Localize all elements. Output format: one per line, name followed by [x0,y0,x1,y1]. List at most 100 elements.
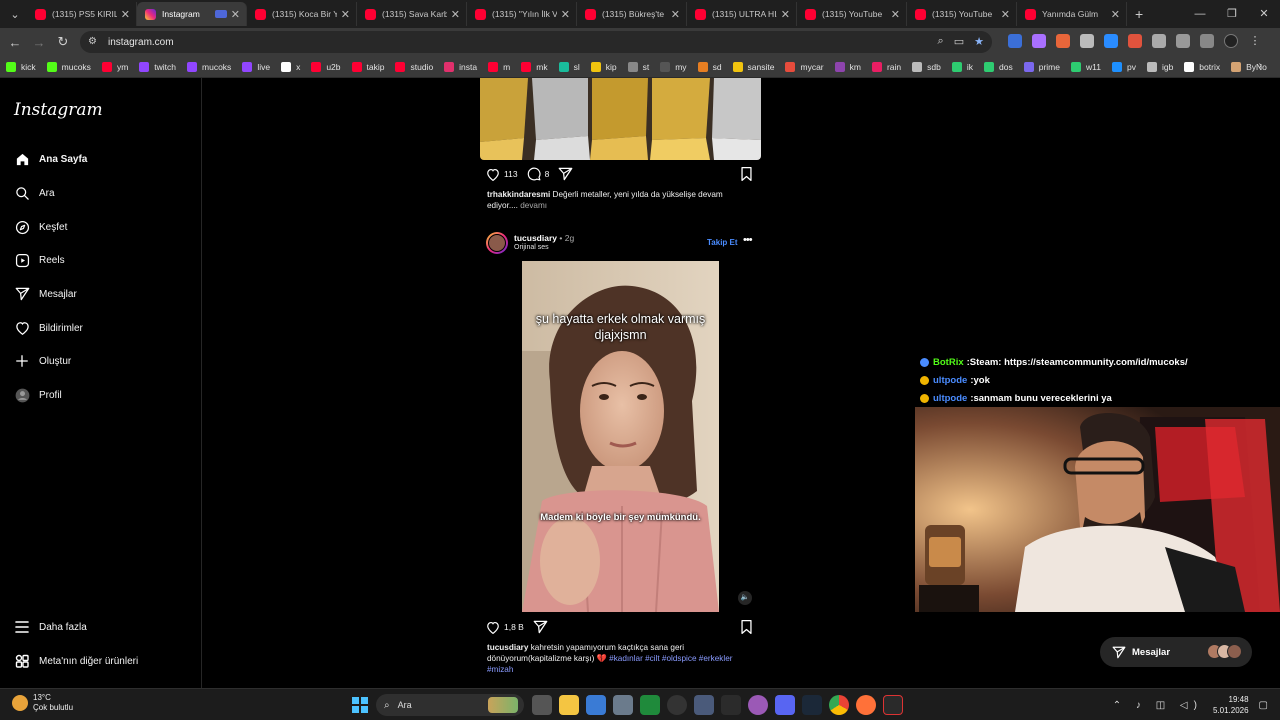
sidebar-item-olu-tur[interactable]: Oluştur [14,352,71,370]
bookmark-item[interactable]: igb [1146,61,1173,72]
store-icon[interactable] [586,695,606,715]
bookmark-item[interactable]: my [660,61,687,72]
extension-icon[interactable] [1080,34,1094,48]
extension-icon[interactable] [1008,34,1022,48]
clock[interactable]: 19:48 5.01.2026 [1213,694,1249,716]
bookmark-item[interactable]: m [488,61,510,72]
like-button[interactable]: 113 [486,168,518,181]
start-button[interactable] [352,697,368,713]
bookmark-item[interactable]: insta [444,61,477,72]
sidebar-item-mesajlar[interactable]: Mesajlar [14,285,77,303]
new-tab-button[interactable]: + [1135,6,1143,22]
bookmark-item[interactable]: botrix [1184,61,1220,72]
instagram-logo[interactable]: Instagram [14,100,103,120]
meta-products-button[interactable]: Meta'nın diğer ürünleri [14,652,138,670]
browser-tab[interactable]: (1315) PS5 KIRILD ✕ [27,2,137,26]
original-audio-link[interactable]: Orijinal ses [514,244,549,251]
close-tab-icon[interactable]: ✕ [561,8,570,21]
close-window-button[interactable]: ✕ [1248,0,1280,28]
sidebar-item-ara[interactable]: Ara [14,184,55,202]
app-icon[interactable] [694,695,714,715]
share-button[interactable] [558,167,577,181]
close-tab-icon[interactable]: ✕ [451,8,460,21]
sidebar-item-ana-sayfa[interactable]: Ana Sayfa [14,150,87,168]
extension-icon[interactable] [1056,34,1070,48]
save-bookmark-icon[interactable] [740,620,753,634]
sidebar-item-reels[interactable]: Reels [14,251,65,269]
extensions-puzzle-icon[interactable] [1176,34,1190,48]
bookmark-item[interactable]: x [281,61,300,72]
bookmark-item[interactable]: ik [951,61,973,72]
minimize-button[interactable]: — [1184,0,1216,28]
share-button[interactable] [533,620,552,634]
caption-more-link[interactable]: devamı [520,201,547,210]
reel-video-player[interactable]: şu hayatta erkek olmak varmış djajxjsmn … [480,261,761,612]
bookmark-item[interactable]: pv [1111,61,1136,72]
browser-tab[interactable]: Yanımda Gülm ✕ [1017,2,1127,26]
extension-icon[interactable] [1032,34,1046,48]
bookmark-item[interactable]: ym [101,61,128,72]
bookmark-item[interactable]: kip [590,61,617,72]
close-tab-icon[interactable]: ✕ [891,8,900,21]
caption-username[interactable]: trhakkindaresmi [487,190,550,199]
bookmark-item[interactable]: sl [558,61,580,72]
bookmark-item[interactable]: rain [871,61,901,72]
browser-tab[interactable]: Instagram ✕ [137,2,247,26]
file-explorer-icon[interactable] [559,695,579,715]
firefox-icon[interactable] [856,695,876,715]
bookmark-item[interactable]: prime [1023,61,1060,72]
more-bookmarks-icon[interactable]: › [1259,60,1262,71]
like-button[interactable]: 1,8 B [486,621,524,634]
follow-button[interactable]: Takip Et [707,238,738,247]
task-view-icon[interactable] [532,695,552,715]
bookmark-item[interactable]: w11 [1071,61,1101,72]
more-menu-button[interactable]: Daha fazla [14,618,87,636]
messages-floating-button[interactable]: Mesajlar [1100,637,1252,667]
address-bar[interactable]: ⚙ instagram.com ⌕ ▭ ★ [80,31,992,53]
back-button[interactable]: ← [3,35,27,50]
close-tab-icon[interactable]: ✕ [1001,8,1010,21]
post-avatar[interactable] [486,232,508,254]
reading-list-icon[interactable] [1200,34,1214,48]
taskbar-search[interactable]: ⌕ Ara [376,694,524,716]
bookmark-star-icon[interactable]: ★ [974,35,984,48]
close-tab-icon[interactable]: ✕ [1111,8,1120,21]
site-info-icon[interactable]: ⚙ [88,36,100,48]
bookmark-item[interactable]: twitch [139,61,176,72]
close-tab-icon[interactable]: ✕ [341,8,350,21]
more-options-icon[interactable]: ••• [743,234,753,246]
close-tab-icon[interactable]: ✕ [231,8,240,21]
bookmark-item[interactable]: sd [697,61,722,72]
bookmark-item[interactable]: kick [6,61,36,72]
close-tab-icon[interactable]: ✕ [781,8,790,21]
close-tab-icon[interactable]: ✕ [121,8,130,21]
browser-tab[interactable]: (1315) Bükreş'te ✕ [577,2,687,26]
sidebar-item-profil[interactable]: Profil [14,386,62,404]
app-icon[interactable] [721,695,741,715]
browser-tab[interactable]: (1315) ULTRA HIZ ✕ [687,2,797,26]
bookmark-item[interactable]: live [242,61,270,72]
bookmark-item[interactable]: mucoks [46,61,91,72]
close-tab-icon[interactable]: ✕ [671,8,680,21]
reload-button[interactable]: ↻ [51,34,75,50]
bookmark-item[interactable]: mucoks [187,61,231,72]
browser-tab[interactable]: (1315) YouTube ✕ [797,2,907,26]
comment-button[interactable]: 8 [527,167,549,181]
bookmark-item[interactable]: st [627,61,649,72]
post-image-gold-bars[interactable] [480,78,761,160]
forward-button[interactable]: → [27,35,51,50]
tab-search-button[interactable]: ⌄ [3,3,27,25]
caption-username[interactable]: tucusdiary [487,643,528,652]
bookmark-item[interactable]: u2b [311,61,341,72]
browser-tab[interactable]: (1315) Sava Karb ✕ [357,2,467,26]
bookmark-item[interactable]: dos [984,61,1013,72]
save-bookmark-icon[interactable] [740,167,753,181]
bookmark-item[interactable]: studio [395,61,433,72]
notification-icon[interactable]: ▢ [1259,700,1268,711]
mute-icon[interactable]: 🔈 [738,591,752,605]
bookmark-item[interactable]: km [834,61,861,72]
restore-button[interactable]: ❐ [1216,0,1248,28]
post-username[interactable]: tucusdiary • 2g [514,233,574,243]
browser-tab[interactable]: (1315) "Yılın İlk V ✕ [467,2,577,26]
browser-tab[interactable]: (1315) YouTube ✕ [907,2,1017,26]
